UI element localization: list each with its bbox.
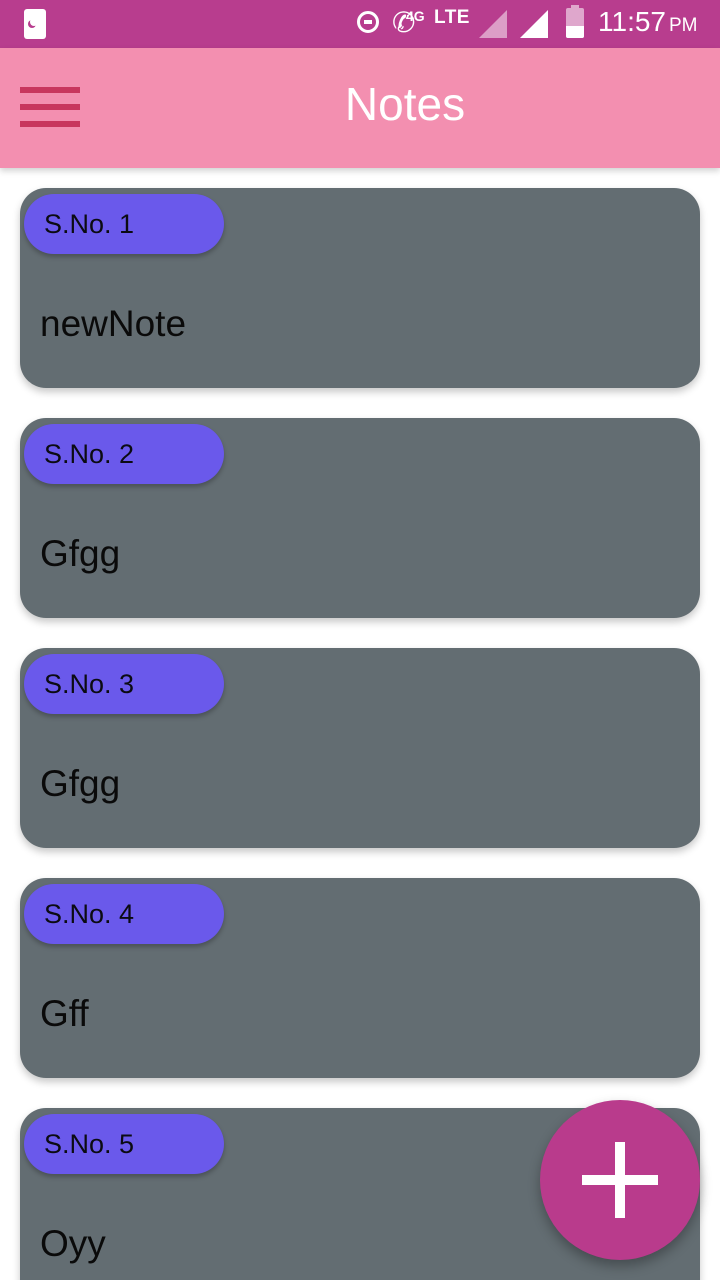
battery-icon [566,5,584,38]
note-title: Gfgg [40,533,121,574]
serial-number-badge: S.No. 1 [24,194,224,254]
note-title: Gfgg [40,763,121,804]
serial-number-badge: S.No. 4 [24,884,224,944]
add-note-button[interactable] [540,1100,700,1260]
signal-icon [479,10,507,38]
app-notification-icon [24,9,46,39]
clock-time: 11:57 [598,6,666,37]
note-card[interactable]: S.No. 1 newNote [20,188,700,388]
do-not-disturb-icon [357,11,379,33]
serial-number-badge: S.No. 3 [24,654,224,714]
serial-number-badge: S.No. 5 [24,1114,224,1174]
note-card[interactable]: S.No. 4 Gff [20,878,700,1078]
note-title: newNote [40,303,187,344]
serial-number-badge: S.No. 2 [24,424,224,484]
note-title: Oyy [40,1223,106,1264]
app-bar: Notes [0,48,720,168]
clock: 11:57 PM [598,6,698,38]
network-lte-label: LTE [434,7,470,28]
note-title: Gff [40,993,89,1034]
battery-level [566,26,584,38]
note-card[interactable]: S.No. 3 Gfgg [20,648,700,848]
notes-screen: ✆ 4G LTE 11:57 PM Notes S.No. 1 newNote S… [0,0,720,1280]
page-title: Notes [344,78,466,130]
network-4g-label: 4G [406,8,425,24]
note-card[interactable]: S.No. 2 Gfgg [20,418,700,618]
signal-icon [520,10,548,38]
status-bar: ✆ 4G LTE 11:57 PM [0,0,720,48]
clock-ampm: PM [669,15,698,36]
